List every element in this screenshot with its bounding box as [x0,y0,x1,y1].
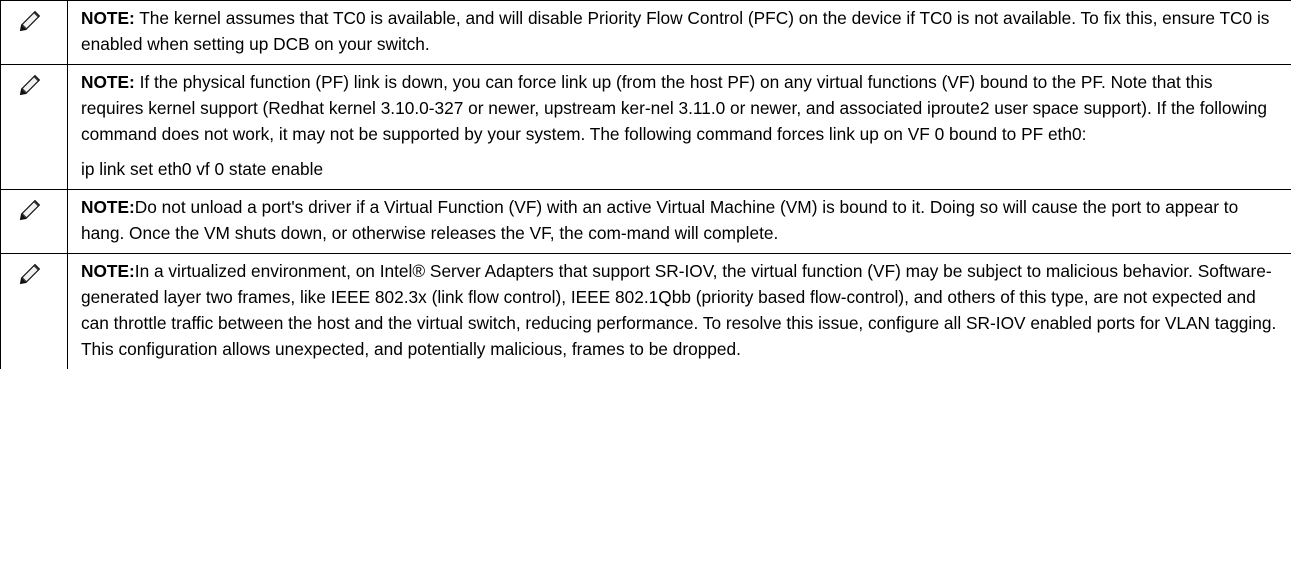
note-row: NOTE: The kernel assumes that TC0 is ava… [0,0,1291,65]
note-label: NOTE: [81,72,135,92]
pencil-note-icon [17,8,43,34]
note-text: The kernel assumes that TC0 is available… [81,8,1270,54]
note-text-cell: NOTE:In a virtualized environment, on In… [67,253,1291,369]
note-text-cell: NOTE: The kernel assumes that TC0 is ava… [67,0,1291,65]
note-label: NOTE: [81,8,135,28]
note-label: NOTE: [81,197,135,217]
note-text: If the physical function (PF) link is do… [81,72,1268,144]
notes-table: NOTE: The kernel assumes that TC0 is ava… [0,0,1291,369]
pencil-note-icon [17,197,43,223]
command-example: ip link set eth0 vf 0 state enable [81,159,324,179]
note-paragraph: NOTE:In a virtualized environment, on In… [81,258,1277,362]
pencil-note-icon [17,72,43,98]
note-text-cell: NOTE:Do not unload a port's driver if a … [67,189,1291,254]
note-icon-cell [0,189,68,254]
note-row: NOTE:Do not unload a port's driver if a … [0,189,1291,254]
note-label: NOTE: [81,261,135,281]
note-paragraph: NOTE: If the physical function (PF) link… [81,69,1277,147]
note-text: Do not unload a port's driver if a Virtu… [81,197,1239,243]
note-icon-cell [0,0,68,65]
note-paragraph: NOTE: The kernel assumes that TC0 is ava… [81,5,1277,57]
note-icon-cell [0,64,68,190]
note-row: NOTE: If the physical function (PF) link… [0,64,1291,190]
note-icon-cell [0,253,68,369]
note-text-cell: NOTE: If the physical function (PF) link… [67,64,1291,190]
note-paragraph: NOTE:Do not unload a port's driver if a … [81,194,1277,246]
note-text: In a virtualized environment, on Intel® … [81,261,1277,359]
note-row: NOTE:In a virtualized environment, on In… [0,253,1291,369]
pencil-note-icon [17,261,43,287]
